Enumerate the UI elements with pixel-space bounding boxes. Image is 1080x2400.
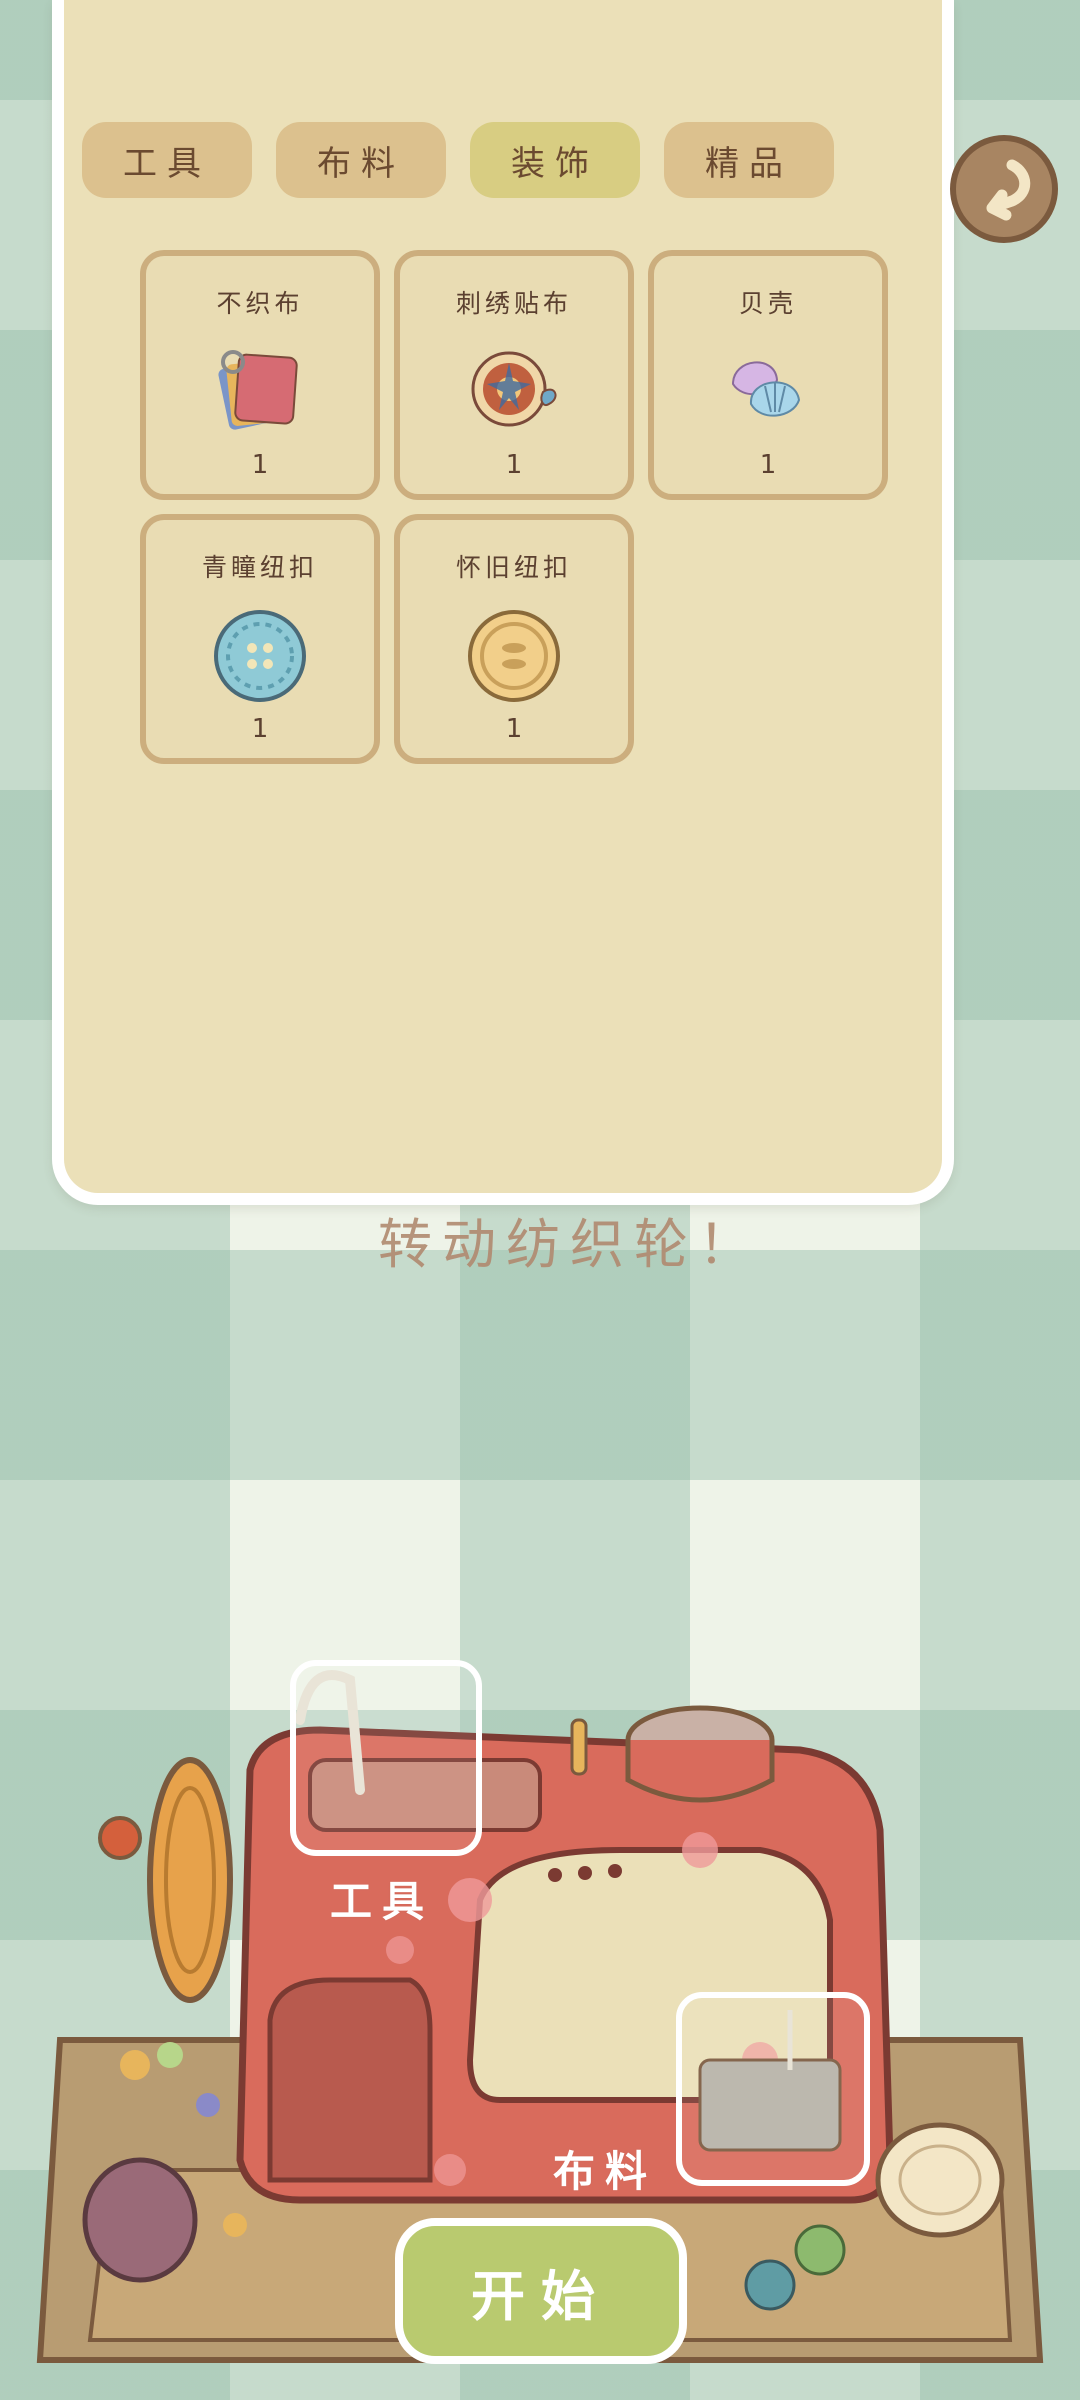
hint-text: 转动纺织轮！ bbox=[378, 1213, 762, 1276]
tab-tools[interactable]: 工具 bbox=[82, 122, 252, 198]
item-name: 贝壳 bbox=[738, 289, 797, 318]
start-button[interactable]: 开始 bbox=[395, 2218, 687, 2364]
item-count: 1 bbox=[505, 450, 523, 480]
item-name: 青瞳纽扣 bbox=[201, 553, 318, 582]
item-card-blue-button[interactable]: 青瞳纽扣 1 bbox=[140, 514, 380, 764]
item-card-vintage-button[interactable]: 怀旧纽扣 1 bbox=[394, 514, 634, 764]
item-card-shell[interactable]: 贝壳 1 bbox=[648, 250, 888, 500]
item-name: 怀旧纽扣 bbox=[455, 553, 572, 582]
item-card-felt[interactable]: 不织布 1 bbox=[140, 250, 380, 500]
blue-button-icon bbox=[214, 610, 306, 702]
fabric-slot-button[interactable] bbox=[676, 1992, 870, 2186]
shell-icon bbox=[731, 361, 801, 417]
tab-fabric[interactable]: 布料 bbox=[276, 122, 446, 198]
item-card-embroidery-patch[interactable]: 刺绣贴布 1 bbox=[394, 250, 634, 500]
tool-slot-label: 工具 bbox=[330, 1877, 435, 1926]
back-button[interactable] bbox=[950, 135, 1058, 243]
item-name: 刺绣贴布 bbox=[455, 289, 572, 318]
tab-premium[interactable]: 精品 bbox=[664, 122, 834, 198]
fabric-slot-label: 布料 bbox=[553, 2147, 658, 2196]
thread-roll bbox=[875, 2122, 1005, 2238]
return-arrow-icon bbox=[986, 159, 1031, 221]
wheel-handle bbox=[98, 1816, 142, 1860]
embroidery-patch-icon bbox=[471, 351, 557, 427]
machine-door bbox=[267, 1977, 433, 2183]
pin-cushion bbox=[82, 2157, 198, 2283]
hand-wheel bbox=[147, 1757, 233, 2003]
item-count: 1 bbox=[251, 450, 269, 480]
item-count: 1 bbox=[759, 450, 777, 480]
item-name: 不织布 bbox=[216, 289, 304, 318]
tab-decoration[interactable]: 装饰 bbox=[470, 122, 640, 198]
category-tabs: 工具 布料 装饰 精品 bbox=[82, 122, 834, 198]
vintage-button-icon bbox=[468, 610, 560, 702]
tool-slot-button[interactable] bbox=[290, 1660, 482, 1856]
felt-cloth-icon bbox=[218, 350, 298, 430]
item-count: 1 bbox=[251, 714, 269, 744]
item-count: 1 bbox=[505, 714, 523, 744]
